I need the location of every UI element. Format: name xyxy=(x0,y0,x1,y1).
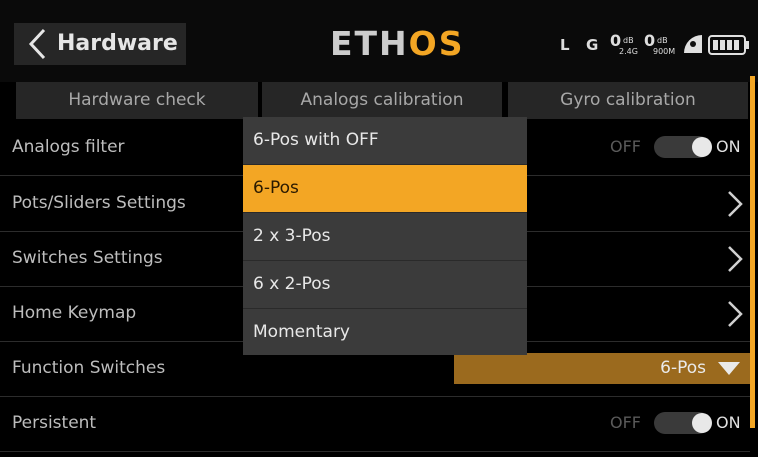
toggle-on-label: ON xyxy=(716,137,741,156)
link-l-indicator: L xyxy=(560,36,570,54)
toggle-on-label: ON xyxy=(716,413,741,432)
dropdown-option-2x3-pos[interactable]: 2 x 3-Pos xyxy=(243,213,527,261)
function-switches-select[interactable]: 6-Pos xyxy=(454,353,750,384)
dropdown-option-momentary[interactable]: Momentary xyxy=(243,309,527,356)
toggle-off-label: OFF xyxy=(610,137,641,156)
toggle-knob xyxy=(692,137,712,157)
dropdown-option-6-pos-with-off[interactable]: 6-Pos with OFF xyxy=(243,117,527,165)
function-switches-value: 6-Pos xyxy=(660,358,706,378)
scrollbar[interactable] xyxy=(750,76,755,428)
dropdown-option-6x2-pos[interactable]: 6 x 2-Pos xyxy=(243,261,527,309)
tab-gyro-calibration[interactable]: Gyro calibration xyxy=(508,82,748,119)
signal-band-1: 2.4G xyxy=(619,47,638,56)
option-label: 6-Pos with OFF xyxy=(253,130,379,150)
signal-unit-2: dB xyxy=(657,36,668,45)
chevron-right-icon xyxy=(728,246,743,272)
analogs-filter-toggle[interactable]: OFF ON xyxy=(610,133,742,161)
option-label: 6-Pos xyxy=(253,178,299,198)
chevron-right-icon xyxy=(728,191,743,217)
chevron-right-icon xyxy=(728,301,743,327)
option-label: 2 x 3-Pos xyxy=(253,226,331,246)
analogs-filter-label: Analogs filter xyxy=(12,137,125,157)
option-label: Momentary xyxy=(253,322,350,342)
persistent-label: Persistent xyxy=(12,413,97,433)
signal-band-2: 900M xyxy=(653,47,676,56)
page-title: Hardware xyxy=(57,31,178,56)
row-persistent[interactable]: Persistent OFF ON xyxy=(0,396,750,452)
battery-icon xyxy=(708,35,749,55)
home-keymap-label: Home Keymap xyxy=(12,303,137,323)
toggle-off-label: OFF xyxy=(610,413,641,432)
ethos-logo: ETHOS xyxy=(330,22,465,66)
header-bar: Hardware ETHOS L G 0 dB 2.4G 0 dB 900M xyxy=(0,0,758,82)
dropdown-triangle-icon xyxy=(718,362,740,375)
option-label: 6 x 2-Pos xyxy=(253,274,331,294)
signal-unit-1: dB xyxy=(623,36,634,45)
toggle-knob xyxy=(692,413,712,433)
back-chevron-icon[interactable] xyxy=(26,28,48,60)
logo-right: OS xyxy=(408,24,465,63)
pots-sliders-label: Pots/Sliders Settings xyxy=(12,193,186,213)
gps-indicator: G xyxy=(586,36,599,54)
signal-icon xyxy=(684,35,702,53)
persistent-toggle[interactable]: OFF ON xyxy=(610,409,742,437)
function-switch-type-dropdown: 6-Pos with OFF 6-Pos 2 x 3-Pos 6 x 2-Pos… xyxy=(243,117,527,355)
tab-hardware-check[interactable]: Hardware check xyxy=(16,82,258,119)
tab-bar: Hardware check Analogs calibration Gyro … xyxy=(0,82,758,119)
function-switches-label: Function Switches xyxy=(12,358,166,378)
tab-analogs-calibration[interactable]: Analogs calibration xyxy=(262,82,502,119)
logo-left: ETH xyxy=(330,24,409,63)
switches-settings-label: Switches Settings xyxy=(12,248,163,268)
dropdown-option-6-pos[interactable]: 6-Pos xyxy=(243,165,527,213)
